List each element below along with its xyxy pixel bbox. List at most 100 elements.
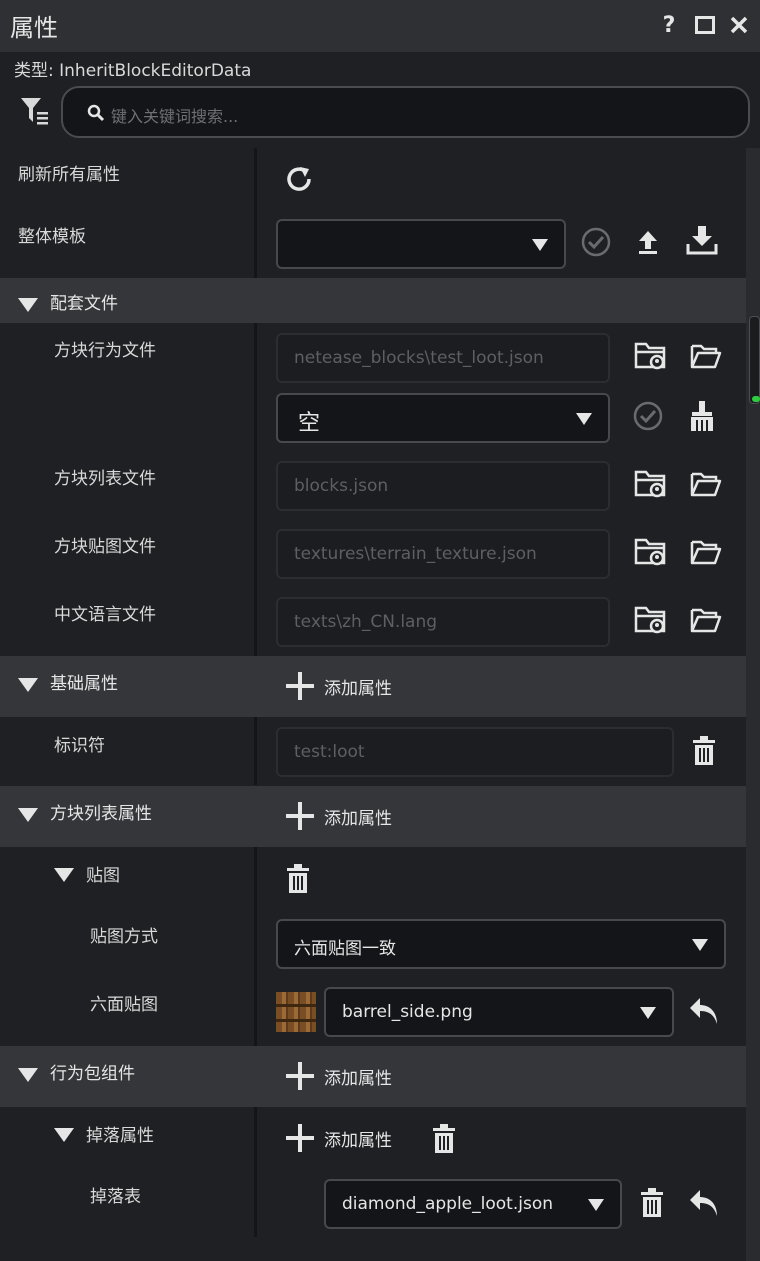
block-list-file-field[interactable]: blocks.json (276, 461, 610, 511)
collapse-triangle-icon[interactable] (54, 868, 74, 882)
undo-icon[interactable] (688, 1188, 720, 1218)
collapse-triangle-icon[interactable] (54, 1128, 74, 1142)
collapse-triangle-icon (18, 298, 38, 312)
loot-table-select[interactable]: diamond_apple_loot.json (324, 1179, 622, 1229)
collapse-triangle-icon (18, 808, 38, 822)
column-divider (254, 847, 257, 1046)
search-placeholder: 键入关键词搜索... (111, 107, 239, 126)
field-value: netease_blocks\test_loot.json (294, 348, 544, 368)
plus-icon (286, 672, 314, 700)
zh-lang-file-field[interactable]: texts\zh_CN.lang (276, 597, 610, 647)
folder-open-icon[interactable] (690, 606, 722, 634)
broom-icon[interactable] (688, 400, 716, 432)
close-button[interactable] (724, 10, 754, 40)
section-label: 配套文件 (50, 294, 118, 314)
trash-icon[interactable] (640, 1188, 664, 1218)
undo-icon[interactable] (688, 996, 720, 1026)
add-property-button[interactable]: 添加属性 (286, 1124, 392, 1152)
add-property-button[interactable]: 添加属性 (286, 672, 392, 700)
column-divider (254, 323, 257, 656)
chevron-down-icon (640, 1007, 656, 1019)
help-button[interactable]: ? (654, 10, 684, 40)
texture-thumbnail (276, 992, 316, 1032)
identifier-field[interactable]: test:loot (276, 727, 674, 777)
type-label: 类型: InheritBlockEditorData (14, 61, 252, 81)
block-texture-file-field[interactable]: textures\terrain_texture.json (276, 529, 610, 579)
filter-icon[interactable] (20, 96, 50, 126)
collapse-triangle-icon (18, 1068, 38, 1082)
block-behavior-file-field[interactable]: netease_blocks\test_loot.json (276, 333, 610, 383)
texture-mode-select[interactable]: 六面贴图一致 (276, 919, 726, 969)
field-value: texts\zh_CN.lang (294, 612, 438, 632)
select-value: barrel_side.png (342, 1002, 473, 1022)
section-companion-files[interactable]: 配套文件 (0, 278, 746, 323)
download-icon[interactable] (686, 224, 718, 256)
title-bar: 属性 ? (0, 0, 760, 52)
add-property-label: 添加属性 (324, 1130, 392, 1151)
add-property-button[interactable]: 添加属性 (286, 802, 392, 830)
select-value: 六面贴图一致 (294, 939, 396, 959)
field-value: test:loot (294, 742, 365, 762)
zh-lang-file-label: 中文语言文件 (54, 605, 156, 625)
window-title: 属性 (10, 14, 58, 42)
block-texture-file-label: 方块贴图文件 (54, 537, 156, 557)
add-property-label: 添加属性 (324, 678, 392, 699)
texture-group-label: 贴图 (86, 866, 120, 886)
column-divider (254, 717, 257, 785)
trash-icon[interactable] (432, 1124, 456, 1154)
scrollbar-thumb[interactable] (749, 316, 760, 404)
plus-icon (286, 1124, 314, 1152)
chevron-down-icon (588, 1199, 604, 1211)
column-divider (254, 1107, 257, 1237)
block-behavior-file-label: 方块行为文件 (54, 341, 156, 361)
add-property-label: 添加属性 (324, 808, 392, 829)
refresh-all-label: 刷新所有属性 (18, 165, 120, 185)
section-label: 基础属性 (50, 674, 118, 694)
six-face-texture-label: 六面贴图 (90, 995, 158, 1015)
field-value: textures\terrain_texture.json (294, 544, 537, 564)
collapse-triangle-icon (18, 678, 38, 692)
trash-icon[interactable] (286, 864, 310, 894)
folder-open-icon[interactable] (690, 538, 722, 566)
trash-icon[interactable] (692, 736, 716, 766)
folder-locate-icon[interactable] (634, 340, 668, 372)
folder-locate-icon[interactable] (634, 468, 668, 500)
folder-locate-icon[interactable] (634, 604, 668, 636)
behavior-template-select[interactable]: 空 (276, 393, 610, 443)
chevron-down-icon (576, 413, 592, 425)
section-label: 方块列表属性 (50, 804, 152, 824)
scroll-indicator (752, 396, 760, 402)
chevron-down-icon (692, 939, 708, 951)
column-divider (254, 148, 257, 278)
refresh-icon[interactable] (284, 164, 314, 194)
close-icon (730, 16, 748, 34)
select-value: diamond_apple_loot.json (342, 1194, 553, 1214)
plus-icon (286, 802, 314, 830)
check-circle-icon[interactable] (632, 400, 664, 432)
loot-group-label: 掉落属性 (86, 1126, 154, 1146)
maximize-icon (695, 16, 715, 34)
plus-icon (286, 1062, 314, 1090)
field-value: blocks.json (294, 476, 389, 496)
upload-icon[interactable] (636, 228, 660, 256)
folder-open-icon[interactable] (690, 470, 722, 498)
folder-open-icon[interactable] (690, 342, 722, 370)
texture-mode-label: 贴图方式 (90, 927, 158, 947)
chevron-down-icon (532, 239, 548, 251)
block-list-file-label: 方块列表文件 (54, 469, 156, 489)
add-property-label: 添加属性 (324, 1068, 392, 1089)
select-value: 空 (298, 411, 321, 436)
six-face-texture-select[interactable]: barrel_side.png (324, 987, 674, 1037)
scrollbar-track[interactable] (746, 148, 760, 1261)
whole-template-label: 整体模板 (18, 227, 86, 247)
check-circle-icon[interactable] (580, 226, 612, 258)
add-property-button[interactable]: 添加属性 (286, 1062, 392, 1090)
maximize-button[interactable] (690, 10, 720, 40)
loot-table-label: 掉落表 (90, 1187, 141, 1207)
search-input[interactable]: 键入关键词搜索... (61, 86, 750, 138)
section-label: 行为包组件 (50, 1064, 135, 1084)
folder-locate-icon[interactable] (634, 536, 668, 568)
template-select[interactable] (276, 219, 566, 269)
identifier-label: 标识符 (54, 736, 105, 756)
search-icon (87, 104, 105, 122)
